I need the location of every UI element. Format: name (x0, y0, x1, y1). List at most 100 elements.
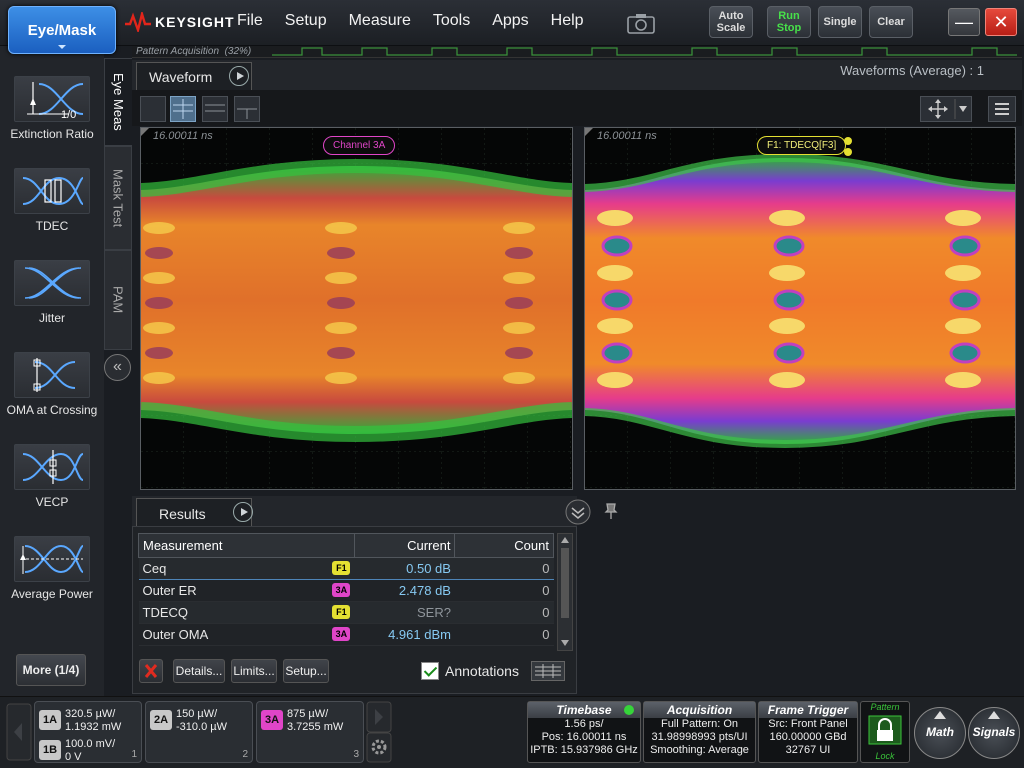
results-scrollbar[interactable] (557, 533, 573, 651)
results-header: Results (132, 496, 591, 526)
more-measurements-button[interactable]: More (1/4) (16, 654, 86, 686)
menu-measure[interactable]: Measure (349, 12, 411, 30)
setup-button[interactable]: Setup... (283, 659, 329, 683)
camera-icon[interactable] (626, 12, 656, 34)
clear-button[interactable]: Clear (869, 6, 913, 38)
channel-1b-values: 100.0 mV/0 V (65, 738, 116, 763)
tab-eye-meas[interactable]: Eye Meas (104, 58, 132, 146)
tab-mask-test[interactable]: Mask Test (104, 146, 132, 250)
layout-split-button[interactable] (170, 96, 196, 122)
source-badge: F1 (332, 561, 351, 575)
timebase-position: Pos: 16.00011 ns (541, 731, 627, 743)
acquisition-panel[interactable]: Acquisition Full Pattern: On 31.98998993… (643, 701, 756, 763)
details-button[interactable]: Details... (173, 659, 225, 683)
sidebar-item-extinction-ratio[interactable]: 1/0 Extinction Ratio (4, 76, 100, 141)
tab-waveform[interactable]: Waveform (136, 62, 252, 90)
channel-1a-values: 320.5 µW/1.1932 mW (65, 708, 122, 733)
pan-zoom-button[interactable] (920, 96, 972, 122)
single-button[interactable]: Single (818, 6, 862, 38)
timebase-panel[interactable]: Timebase 1.56 ps/ Pos: 16.00011 ns IPTB:… (527, 701, 641, 763)
annotations-checkbox[interactable] (421, 662, 439, 680)
layout-single-button[interactable] (140, 96, 166, 122)
menu-setup[interactable]: Setup (285, 12, 327, 30)
split-grid-icon (173, 99, 193, 119)
close-button[interactable]: ✕ (985, 8, 1017, 36)
lock-icon (868, 715, 902, 745)
collapse-down-icon[interactable] (564, 499, 592, 525)
col-current[interactable]: Current (353, 533, 456, 558)
stacked-icon (205, 104, 225, 112)
channel-3a-badge[interactable]: 3A (261, 710, 283, 730)
right-time-readout: 16.00011 ns (597, 130, 657, 142)
sidebar-item-label: Extinction Ratio (10, 127, 94, 141)
table-row[interactable]: TDECQ F1 SER? 0 (138, 601, 554, 624)
channel-3-box[interactable]: 3A 875 µW/3.7255 mW 3 (256, 701, 364, 763)
double-chevron-left-icon: « (113, 358, 122, 375)
limits-button[interactable]: Limits... (231, 659, 277, 683)
sidebar-item-average-power[interactable]: Average Power (4, 536, 100, 601)
play-icon[interactable] (229, 66, 249, 86)
acquisition-pts: 31.98998993 pts/UI (651, 731, 748, 743)
table-view-button[interactable] (531, 661, 565, 681)
left-time-readout: 16.00011 ns (153, 130, 213, 142)
eye-diagram-f1-tdecq[interactable]: 16.00011 ns F1: TDECQ[F3] (584, 127, 1016, 490)
quad-icon (237, 108, 257, 119)
channel-2a-badge[interactable]: 2A (150, 710, 172, 730)
layout-quad-button[interactable] (234, 96, 260, 122)
hamburger-menu-button[interactable] (988, 96, 1016, 122)
table-row[interactable]: Outer ER 3A 2.478 dB 0 (138, 579, 554, 602)
f1-tdecq-label[interactable]: F1: TDECQ[F3] (757, 136, 847, 155)
pin-icon[interactable] (604, 502, 618, 520)
sidebar-item-oma-crossing[interactable]: OMA at Crossing (4, 352, 100, 417)
col-count[interactable]: Count (454, 533, 554, 558)
auto-scale-button[interactable]: Auto Scale (709, 6, 753, 38)
pattern-lock-button[interactable]: Pattern Lock (860, 701, 910, 763)
source-badge: 3A (332, 583, 351, 597)
eye-diagram-left-plot (141, 128, 572, 489)
signals-button[interactable]: Signals (968, 707, 1020, 759)
waveform-toolbar (132, 90, 1022, 126)
channel-2-box[interactable]: 2A 150 µW/-310.0 µW 2 (145, 701, 253, 763)
tab-pam[interactable]: PAM (104, 250, 132, 350)
count-value: 0 (454, 557, 554, 580)
count-value: 0 (454, 601, 554, 624)
channel-1b-badge[interactable]: 1B (39, 740, 61, 760)
table-row[interactable]: Outer OMA 3A 4.961 dBm 0 (138, 623, 554, 646)
sidebar-item-label: Jitter (38, 311, 65, 325)
up-arrow-icon (988, 711, 1000, 719)
math-button[interactable]: Math (914, 707, 966, 759)
move-arrows-icon (928, 99, 967, 119)
eye-diagram-channel-3a[interactable]: 16.00011 ns Channel 3A (140, 127, 573, 490)
menu-file[interactable]: File (237, 12, 263, 30)
tab-results[interactable]: Results (136, 498, 253, 526)
menu-apps[interactable]: Apps (492, 12, 528, 30)
channel-1a-badge[interactable]: 1A (39, 710, 61, 730)
measurement-name: Outer ER (142, 583, 197, 598)
eye-diagram-right-plot (585, 128, 1015, 489)
layout-stacked-button[interactable] (202, 96, 228, 122)
col-measurement[interactable]: Measurement (138, 533, 355, 558)
sidebar-item-vecp[interactable]: VECP (4, 444, 100, 509)
frame-trigger-panel[interactable]: Frame Trigger Src: Front Panel 160.00000… (758, 701, 858, 763)
top-menu-bar: KEYSIGHT File Setup Measure Tools Apps H… (0, 0, 1024, 46)
sidebar-item-jitter[interactable]: Jitter (4, 260, 100, 325)
collapse-sidebar-button[interactable]: « (104, 354, 131, 381)
menu-help[interactable]: Help (551, 12, 584, 30)
channel-1-box[interactable]: 1A 320.5 µW/1.1932 mW 1B 100.0 mV/0 V 1 (34, 701, 142, 763)
delete-measurement-button[interactable] (139, 659, 163, 683)
sidebar-item-tdec[interactable]: TDEC (4, 168, 100, 233)
scroll-right-and-settings-icon[interactable] (366, 701, 392, 763)
play-icon[interactable] (233, 502, 253, 522)
minimize-button[interactable]: — (948, 8, 980, 36)
status-bar: 1A 320.5 µW/1.1932 mW 1B 100.0 mV/0 V 1 … (0, 696, 1024, 768)
frame-trigger-title: Frame Trigger (759, 702, 857, 718)
scroll-left-icon[interactable] (6, 703, 32, 761)
eye-mask-mode-button[interactable]: Eye/Mask (8, 6, 116, 54)
table-row[interactable]: Ceq F1 0.50 dB 0 (138, 557, 554, 580)
channel-3a-label[interactable]: Channel 3A (323, 136, 396, 155)
timebase-iptb: IPTB: 15.937986 GHz (530, 744, 638, 756)
run-stop-button[interactable]: Run Stop (767, 6, 811, 38)
scrollbar-arrows-icon (561, 537, 569, 646)
acquisition-full-pattern: Full Pattern: On (660, 718, 739, 730)
menu-tools[interactable]: Tools (433, 12, 470, 30)
